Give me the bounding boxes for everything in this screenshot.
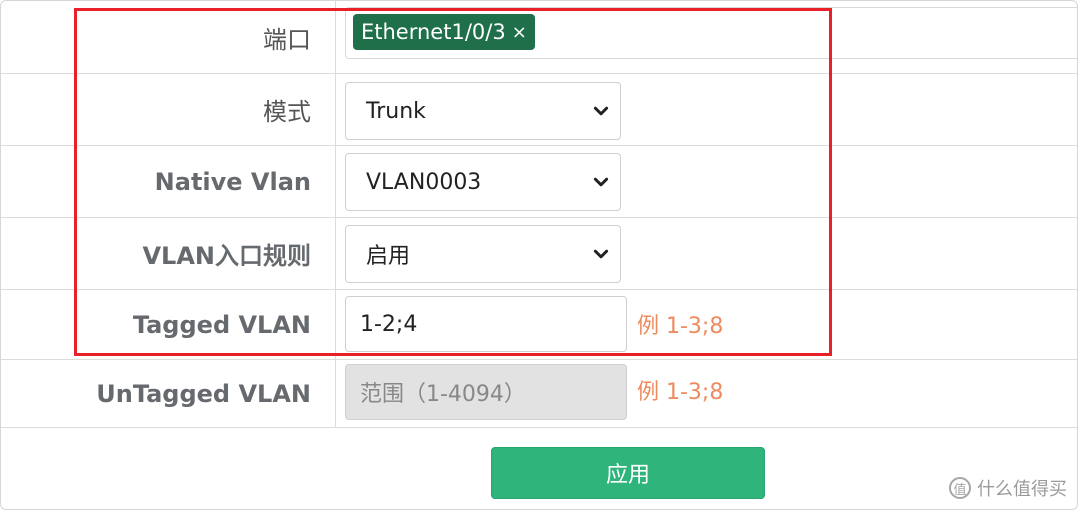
ingress-rule-select-value: 启用: [366, 244, 411, 269]
untagged-vlan-hint: 例 1-3;8: [637, 380, 724, 405]
watermark-logo-icon: 值: [949, 477, 971, 499]
chevron-down-icon: [593, 177, 609, 187]
watermark: 值 什么值得买: [949, 475, 1067, 501]
port-tag-text: Ethernet1/0/3: [361, 20, 506, 44]
native-vlan-select[interactable]: VLAN0003: [345, 153, 621, 211]
mode-select[interactable]: Trunk: [345, 82, 621, 140]
ingress-rule-label: VLAN入口规则: [1, 218, 336, 289]
untagged-vlan-placeholder: 范围（1-4094）: [360, 382, 526, 407]
chevron-down-icon: [593, 249, 609, 259]
port-tag: Ethernet1/0/3 ×: [353, 14, 535, 50]
vlan-port-config-form: 端口 Ethernet1/0/3 × 模式 Trunk Native Vlan …: [0, 0, 1078, 510]
tagged-vlan-input[interactable]: 1-2;4: [345, 296, 627, 352]
tagged-vlan-hint: 例 1-3;8: [637, 314, 724, 339]
untagged-vlan-input[interactable]: 范围（1-4094）: [345, 364, 627, 420]
tagged-vlan-row: Tagged VLAN 1-2;4 例 1-3;8: [1, 290, 1077, 360]
tagged-vlan-input-value: 1-2;4: [360, 311, 418, 337]
chevron-down-icon: [593, 106, 609, 116]
apply-button[interactable]: 应用: [491, 447, 765, 499]
untagged-vlan-row: UnTagged VLAN 范围（1-4094） 例 1-3;8: [1, 360, 1077, 428]
native-vlan-row: Native Vlan VLAN0003: [1, 146, 1077, 218]
watermark-text: 什么值得买: [977, 479, 1067, 500]
mode-label: 模式: [1, 74, 336, 145]
remove-tag-icon[interactable]: ×: [512, 22, 527, 43]
port-row: 端口 Ethernet1/0/3 ×: [1, 1, 1077, 74]
untagged-vlan-label: UnTagged VLAN: [1, 360, 336, 427]
port-label: 端口: [1, 1, 336, 73]
ingress-rule-row: VLAN入口规则 启用: [1, 218, 1077, 290]
native-vlan-label: Native Vlan: [1, 146, 336, 217]
mode-select-value: Trunk: [366, 98, 426, 124]
port-select-input[interactable]: Ethernet1/0/3 ×: [345, 7, 1077, 59]
ingress-rule-select[interactable]: 启用: [345, 225, 621, 283]
mode-row: 模式 Trunk: [1, 74, 1077, 146]
native-vlan-select-value: VLAN0003: [366, 169, 482, 195]
tagged-vlan-label: Tagged VLAN: [1, 290, 336, 359]
